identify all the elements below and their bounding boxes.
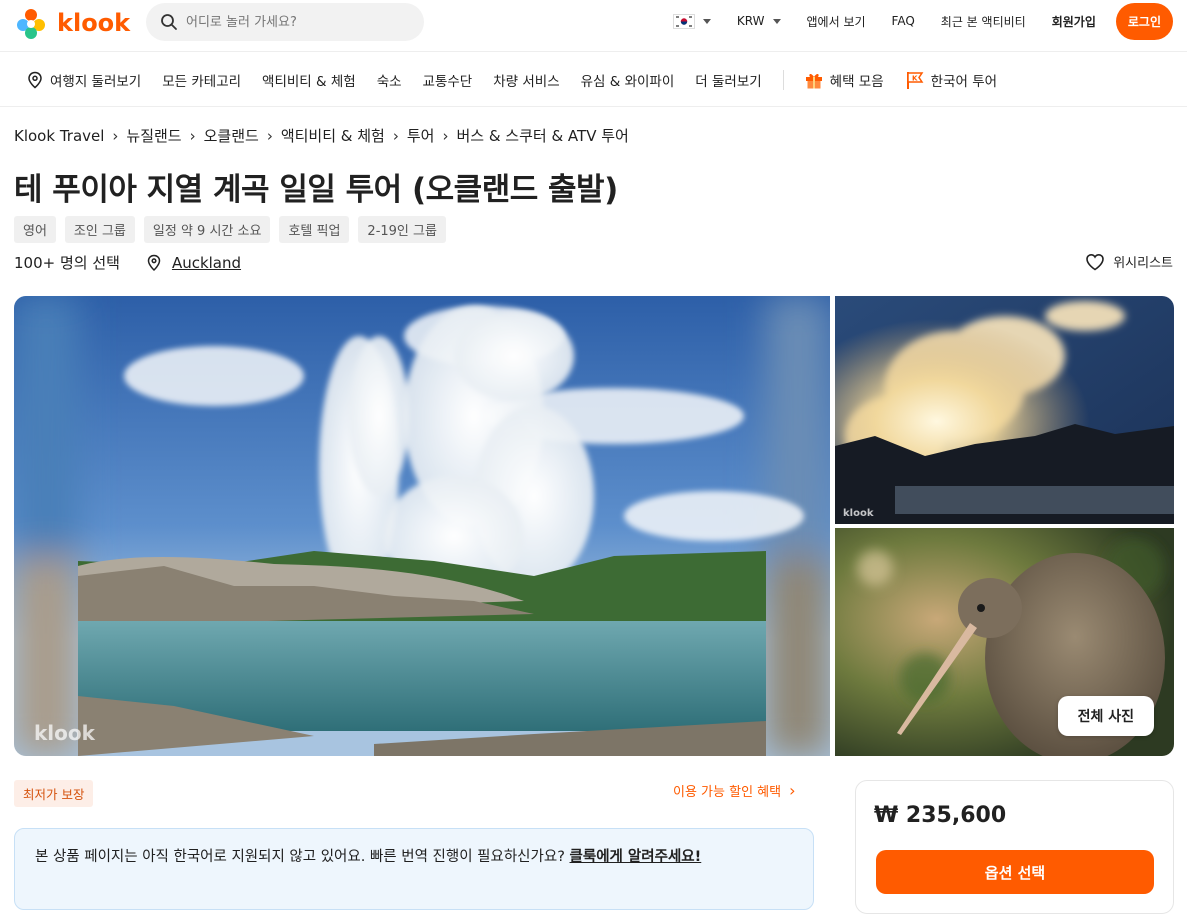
recent-activities-link[interactable]: 최근 본 액티비티 bbox=[941, 13, 1026, 30]
chevron-down-icon bbox=[772, 18, 781, 24]
heart-icon bbox=[1086, 253, 1104, 270]
search-input[interactable] bbox=[186, 14, 406, 30]
nav-label: 여행지 둘러보기 bbox=[50, 73, 142, 90]
chevron-right-icon: › bbox=[442, 126, 449, 145]
nav-transport[interactable]: 교통수단 bbox=[423, 70, 473, 90]
tag-hotel-pickup: 호텔 픽업 bbox=[279, 216, 350, 243]
available-discount-link[interactable]: 이용 가능 할인 혜택 › bbox=[673, 781, 795, 800]
location-link[interactable]: Auckland bbox=[146, 254, 241, 272]
nav-sim-wifi[interactable]: 유심 & 와이파이 bbox=[581, 70, 675, 90]
klook-watermark: klook bbox=[843, 508, 874, 519]
notify-klook-link[interactable]: 클룩에게 알려주세요! bbox=[570, 849, 702, 865]
location-pin-icon bbox=[28, 71, 42, 88]
side-photo-2[interactable]: 전체 사진 bbox=[835, 528, 1174, 756]
tag-group-size: 2-19인 그룹 bbox=[358, 216, 446, 243]
tag-language: 영어 bbox=[14, 216, 56, 243]
breadcrumb-item[interactable]: 뉴질랜드 bbox=[126, 125, 181, 146]
header-nav: KRW 앱에서 보기 FAQ 최근 본 액티비티 회원가입 로그인 bbox=[647, 0, 1173, 42]
nav-activities[interactable]: 액티비티 & 체험 bbox=[262, 70, 356, 90]
klook-watermark: klook bbox=[34, 721, 96, 745]
side-photo-1[interactable]: klook bbox=[835, 296, 1174, 524]
nav-more[interactable]: 더 둘러보기 bbox=[695, 70, 761, 90]
currency-label: KRW bbox=[736, 14, 765, 28]
view-all-photos-button[interactable]: 전체 사진 bbox=[1057, 696, 1154, 736]
select-option-button[interactable]: 옵션 선택 bbox=[876, 850, 1154, 894]
chevron-down-icon bbox=[702, 18, 711, 24]
klook-logo[interactable]: klook bbox=[14, 6, 130, 40]
app-link[interactable]: 앱에서 보기 bbox=[807, 13, 866, 30]
signup-link[interactable]: 회원가입 bbox=[1052, 13, 1096, 30]
translation-notice: 본 상품 페이지는 아직 한국어로 지원되지 않고 있어요. 빠른 번역 진행이… bbox=[14, 828, 814, 910]
location-name: Auckland bbox=[171, 253, 242, 272]
nav-explore-destinations[interactable]: 여행지 둘러보기 bbox=[26, 70, 141, 90]
booked-count: 100+ 명의 선택 bbox=[14, 254, 120, 272]
tag-duration: 일정 약 9 시간 소요 bbox=[143, 216, 271, 243]
location-pin-icon bbox=[147, 254, 161, 271]
breadcrumb-item[interactable]: Klook Travel bbox=[14, 127, 104, 145]
page-title: 테 푸이아 지열 계곡 일일 투어 (오클랜드 출발) bbox=[14, 172, 618, 208]
price-value: ₩ 235,600 bbox=[874, 803, 1007, 828]
nav-car-service[interactable]: 차량 서비스 bbox=[493, 70, 559, 90]
faq-link[interactable]: FAQ bbox=[892, 14, 915, 28]
geyser-photo: klook bbox=[14, 296, 830, 756]
chevron-right-icon: › bbox=[266, 126, 273, 145]
sunlit-geyser-photo: klook bbox=[835, 296, 1174, 524]
category-nav: 여행지 둘러보기 모든 카테고리 액티비티 & 체험 숙소 교통수단 차량 서비… bbox=[0, 53, 1187, 107]
nav-korean-tour[interactable]: K 한국어 투어 bbox=[905, 70, 997, 90]
login-button[interactable]: 로그인 bbox=[1115, 2, 1173, 40]
chevron-right-icon: › bbox=[189, 126, 196, 145]
top-header: klook KRW 앱에서 보 bbox=[0, 0, 1187, 52]
wishlist-button[interactable]: 위시리스트 bbox=[1085, 252, 1173, 271]
chevron-right-icon: › bbox=[789, 781, 796, 800]
chevron-right-icon: › bbox=[112, 126, 119, 145]
price-panel: ₩ 235,600 옵션 선택 bbox=[855, 780, 1174, 914]
search-bar[interactable] bbox=[146, 3, 424, 41]
best-price-badge: 최저가 보장 bbox=[14, 780, 94, 807]
breadcrumb-item[interactable]: 오클랜드 bbox=[204, 125, 259, 146]
breadcrumb: Klook Travel › 뉴질랜드 › 오클랜드 › 액티비티 & 체험 ›… bbox=[14, 125, 629, 146]
nav-divider bbox=[782, 69, 784, 90]
nav-benefits[interactable]: 혜택 모음 bbox=[804, 70, 884, 90]
korean-tour-flag-icon: K bbox=[906, 71, 924, 89]
nav-label: 한국어 투어 bbox=[930, 73, 998, 90]
breadcrumb-item[interactable]: 액티비티 & 체험 bbox=[281, 125, 385, 146]
wishlist-label: 위시리스트 bbox=[1113, 256, 1173, 271]
nav-hotels[interactable]: 숙소 bbox=[377, 70, 402, 90]
activity-tags: 영어 조인 그룹 일정 약 9 시간 소요 호텔 픽업 2-19인 그룹 bbox=[14, 216, 455, 243]
language-selector[interactable] bbox=[672, 13, 711, 29]
korea-flag-icon bbox=[672, 13, 695, 29]
discount-label: 이용 가능 할인 혜택 bbox=[673, 785, 782, 800]
gift-icon bbox=[805, 73, 822, 88]
activity-meta: 100+ 명의 선택 Auckland bbox=[14, 252, 241, 273]
nav-label: 혜택 모음 bbox=[829, 73, 884, 90]
breadcrumb-item[interactable]: 버스 & 스쿠터 & ATV 투어 bbox=[456, 125, 628, 146]
search-icon bbox=[161, 14, 177, 30]
tag-group-type: 조인 그룹 bbox=[64, 216, 135, 243]
main-photo[interactable]: klook bbox=[14, 296, 830, 756]
breadcrumb-item[interactable]: 투어 bbox=[407, 125, 435, 146]
currency-selector[interactable]: KRW bbox=[737, 14, 781, 28]
notice-text: 본 상품 페이지는 아직 한국어로 지원되지 않고 있어요. 빠른 번역 진행이… bbox=[35, 849, 570, 865]
nav-all-categories[interactable]: 모든 카테고리 bbox=[162, 70, 241, 90]
klook-logo-icon bbox=[17, 9, 45, 39]
logo-text: klook bbox=[57, 9, 131, 37]
chevron-right-icon: › bbox=[392, 126, 399, 145]
svg-text:K: K bbox=[912, 74, 918, 82]
